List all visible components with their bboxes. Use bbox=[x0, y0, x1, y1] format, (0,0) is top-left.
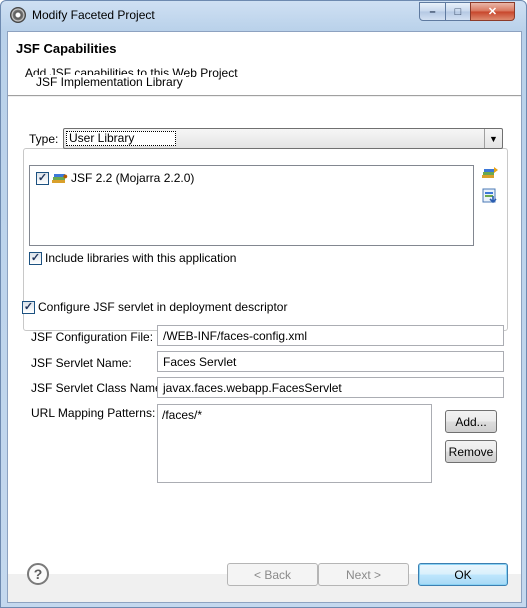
servlet-class-label: JSF Servlet Class Name: bbox=[31, 381, 166, 395]
next-button[interactable]: Next > bbox=[318, 563, 409, 586]
type-select-value: User Library bbox=[66, 131, 176, 146]
remove-pattern-button[interactable]: Remove bbox=[445, 440, 497, 463]
dialog-client: JSF Capabilities Add JSF capabilities to… bbox=[7, 31, 522, 603]
type-select[interactable]: User Library ▼ bbox=[63, 128, 503, 149]
window-title: Modify Faceted Project bbox=[32, 8, 155, 22]
maximize-button[interactable]: □ bbox=[445, 2, 471, 21]
app-icon bbox=[10, 7, 26, 23]
configure-servlet-option[interactable]: ✓ Configure JSF servlet in deployment de… bbox=[22, 300, 287, 314]
add-pattern-button[interactable]: Add... bbox=[445, 410, 497, 433]
type-label: Type: bbox=[29, 132, 59, 146]
include-libraries-option[interactable]: ✓ Include libraries with this applicatio… bbox=[29, 251, 236, 265]
minimize-button[interactable]: – bbox=[419, 2, 446, 21]
implementation-group-title: JSF Implementation Library bbox=[33, 75, 186, 89]
include-libraries-checkbox[interactable]: ✓ bbox=[29, 251, 42, 265]
dialog-window: Modify Faceted Project – □ ✕ JSF Capabil… bbox=[0, 0, 527, 608]
ok-button[interactable]: OK bbox=[418, 563, 508, 586]
list-item[interactable]: /faces/* bbox=[162, 408, 427, 422]
library-list[interactable]: ✓ ● JSF 2.2 (Mojarra 2.2.0) bbox=[29, 165, 474, 246]
include-libraries-label: Include libraries with this application bbox=[45, 251, 237, 265]
config-file-field[interactable]: /WEB-INF/faces-config.xml bbox=[157, 325, 504, 346]
library-icon: ● bbox=[52, 171, 68, 185]
library-checkbox[interactable]: ✓ bbox=[36, 171, 49, 185]
servlet-class-field[interactable]: javax.faces.webapp.FacesServlet bbox=[157, 377, 504, 398]
manage-libraries-icon[interactable] bbox=[481, 165, 499, 183]
library-label: JSF 2.2 (Mojarra 2.2.0) bbox=[71, 171, 195, 185]
list-item[interactable]: ✓ ● JSF 2.2 (Mojarra 2.2.0) bbox=[36, 171, 194, 185]
configure-servlet-label: Configure JSF servlet in deployment desc… bbox=[38, 300, 288, 314]
config-file-label: JSF Configuration File: bbox=[31, 330, 154, 344]
title-bar[interactable]: Modify Faceted Project – □ ✕ bbox=[1, 1, 526, 31]
servlet-name-label: JSF Servlet Name: bbox=[31, 356, 132, 370]
chevron-down-icon[interactable]: ▼ bbox=[484, 129, 502, 148]
help-icon[interactable]: ? bbox=[27, 563, 49, 585]
configure-servlet-checkbox[interactable]: ✓ bbox=[22, 300, 35, 314]
url-patterns-label: URL Mapping Patterns: bbox=[31, 406, 156, 420]
close-button[interactable]: ✕ bbox=[470, 2, 515, 21]
servlet-name-field[interactable]: Faces Servlet bbox=[157, 351, 504, 372]
url-patterns-list[interactable]: /faces/* bbox=[157, 404, 432, 483]
download-library-icon[interactable] bbox=[481, 187, 499, 205]
banner-title: JSF Capabilities bbox=[16, 41, 117, 56]
back-button[interactable]: < Back bbox=[227, 563, 318, 586]
